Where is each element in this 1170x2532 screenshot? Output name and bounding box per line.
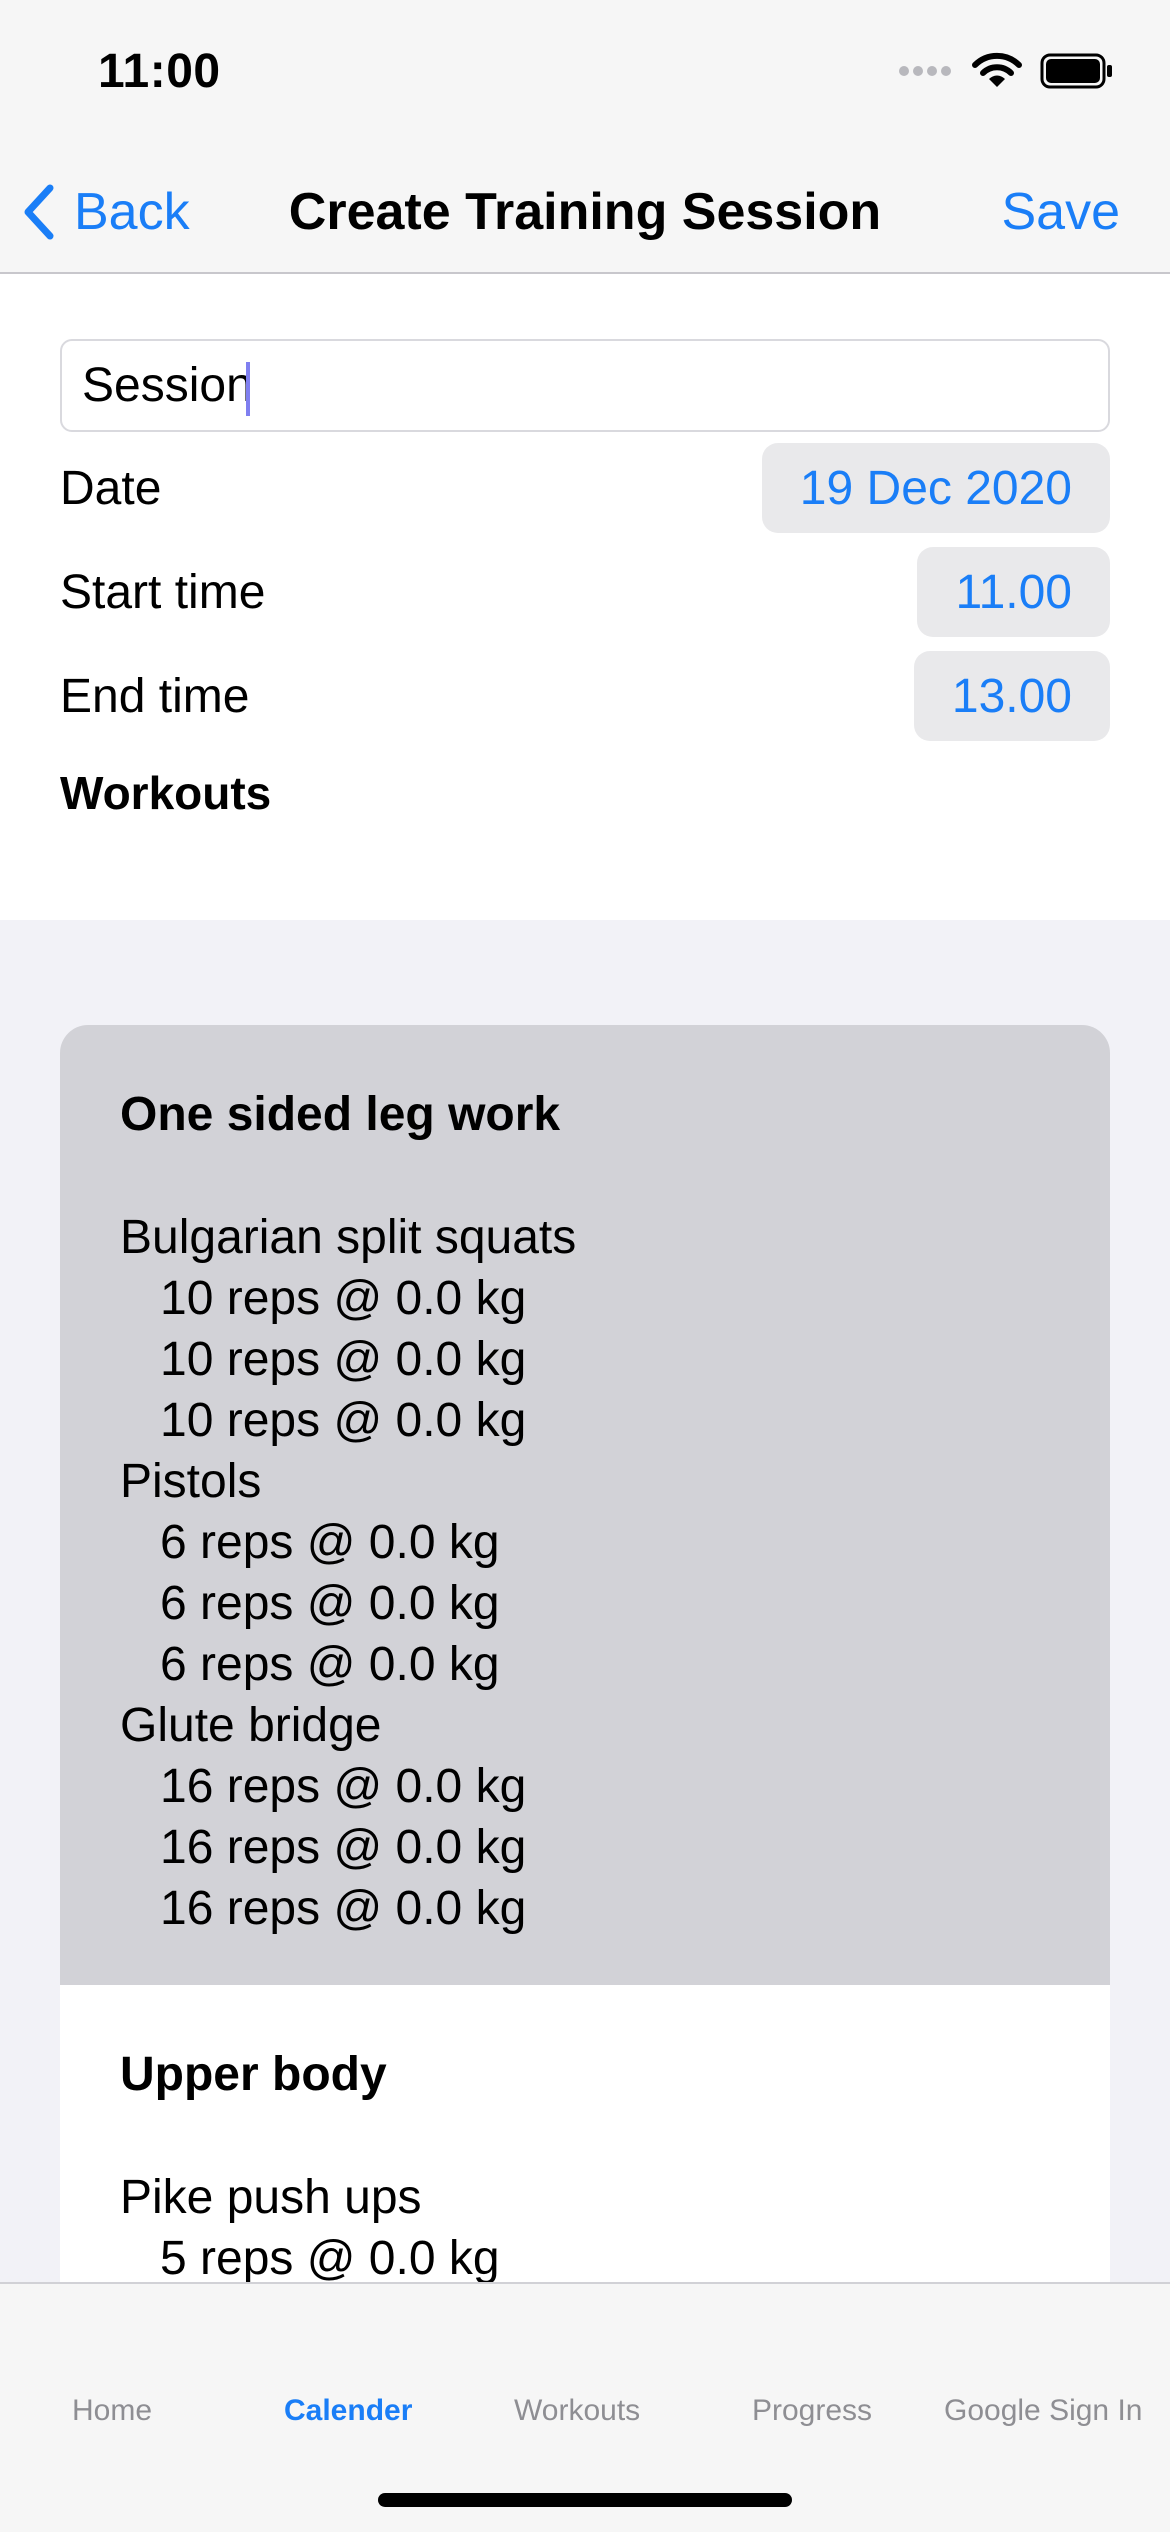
workout-card-upper-body[interactable]: Upper body Pike push ups 5 reps @ 0.0 kg [60,1985,1110,2285]
exercise-name: Glute bridge [120,1699,382,1752]
start-time-row: Start time 11.00 [60,546,1110,638]
tab-calender[interactable]: Calender [284,2394,412,2428]
set-line: 6 reps @ 0.0 kg [160,1516,500,1569]
set-line: 16 reps @ 0.0 kg [160,1882,527,1935]
set-line: 10 reps @ 0.0 kg [160,1272,527,1325]
navigation-bar: Back Create Training Session Save [0,150,1170,274]
tab-google-sign-in[interactable]: Google Sign In [944,2394,1142,2428]
date-label: Date [60,461,162,515]
exercise-name: Bulgarian split squats [120,1211,577,1264]
set-line: 6 reps @ 0.0 kg [160,1577,500,1630]
back-button[interactable]: Back [22,150,190,274]
app-screen: 11:00 Back Create Training Session Save … [0,0,1170,2532]
back-button-label: Back [74,183,190,241]
battery-icon [1040,53,1114,94]
end-time-label: End time [60,669,250,723]
end-time-row: End time 13.00 [60,650,1110,742]
home-indicator [378,2493,792,2507]
tab-home[interactable]: Home [72,2394,152,2428]
start-time-label: Start time [60,565,266,619]
status-time: 11:00 [98,45,221,98]
start-time-picker-button[interactable]: 11.00 [917,547,1110,637]
save-button[interactable]: Save [1001,150,1120,274]
date-picker-button[interactable]: 19 Dec 2020 [761,443,1110,533]
workouts-heading: Workouts [60,767,272,819]
signal-icon [898,64,954,83]
date-row: Date 19 Dec 2020 [60,442,1110,534]
workout-title: Upper body [120,2048,387,2101]
set-line: 5 reps @ 0.0 kg [160,2232,500,2285]
set-line: 16 reps @ 0.0 kg [160,1821,527,1874]
exercise-name: Pistols [120,1455,262,1508]
workout-card-one-sided-leg-work[interactable]: One sided leg work Bulgarian split squat… [60,1025,1110,1985]
text-cursor [246,362,250,416]
set-line: 10 reps @ 0.0 kg [160,1333,527,1386]
end-time-picker-button[interactable]: 13.00 [913,651,1110,741]
set-line: 6 reps @ 0.0 kg [160,1638,500,1691]
session-name-input[interactable] [60,339,1110,432]
tab-progress[interactable]: Progress [752,2394,872,2428]
session-form: Date 19 Dec 2020 Start time 11.00 End ti… [0,274,1170,920]
wifi-icon [972,52,1022,95]
chevron-left-icon [24,184,54,240]
workout-title: One sided leg work [120,1088,561,1141]
status-icons [898,52,1114,95]
status-bar: 11:00 [0,0,1170,150]
exercise-name: Pike push ups [120,2171,422,2224]
set-line: 16 reps @ 0.0 kg [160,1760,527,1813]
tab-workouts[interactable]: Workouts [514,2394,640,2428]
set-line: 10 reps @ 0.0 kg [160,1394,527,1447]
